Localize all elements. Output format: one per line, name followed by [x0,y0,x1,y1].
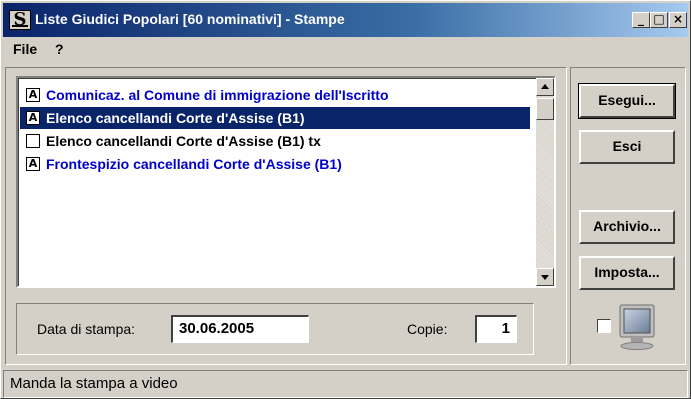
report-listbox[interactable]: A Comunicaz. al Comune di immigrazione d… [16,76,556,288]
menu-help[interactable]: ? [55,41,64,57]
document-blank-icon [26,134,40,148]
app-logo-icon: S [9,10,31,30]
list-item[interactable]: A Frontespizio cancellandi Corte d'Assis… [20,153,530,175]
title-bar[interactable]: S Liste Giudici Popolari [60 nominativi]… [3,3,688,37]
minimize-button[interactable]: _ [632,12,650,28]
status-text: Manda la stampa a video [10,375,178,392]
list-item-selected[interactable]: A Elenco cancellandi Corte d'Assise (B1) [20,107,530,129]
list-item-label: Frontespizio cancellandi Corte d'Assise … [46,156,342,172]
imposta-button[interactable]: Imposta... [579,256,675,290]
close-button[interactable]: × [669,12,687,28]
copies-label: Copie: [407,321,448,337]
print-options-group: Data di stampa: 30.06.2005 Copie: 1 [16,303,534,355]
list-item[interactable]: Elenco cancellandi Corte d'Assise (B1) t… [20,130,530,152]
document-a-icon: A [26,88,40,102]
archivio-button[interactable]: Archivio... [579,210,675,244]
monitor-icon [619,304,655,350]
scroll-down-button[interactable] [536,268,554,286]
print-date-label: Data di stampa: [37,321,136,337]
list-item[interactable]: A Comunicaz. al Comune di immigrazione d… [20,84,530,106]
list-item-label: Comunicaz. al Comune di immigrazione del… [46,87,389,103]
esegui-button[interactable]: Esegui... [578,83,676,119]
document-a-icon: A [26,111,40,125]
copies-field[interactable]: 1 [475,315,517,343]
status-bar: Manda la stampa a video [3,370,688,398]
maximize-button[interactable]: □ [650,12,668,28]
esci-button[interactable]: Esci [579,130,675,164]
arrow-up-icon [541,84,549,89]
menu-bar: File ? [3,39,688,61]
list-item-label: Elenco cancellandi Corte d'Assise (B1) t… [46,133,321,149]
list-scrollbar[interactable] [536,78,554,286]
window-title: Liste Giudici Popolari [60 nominativi] -… [35,11,345,27]
arrow-down-icon [541,275,549,280]
print-dialog-window: S Liste Giudici Popolari [60 nominativi]… [0,0,691,399]
scroll-thumb[interactable] [536,98,554,120]
list-item-label: Elenco cancellandi Corte d'Assise (B1) [46,110,305,126]
print-date-field[interactable]: 30.06.2005 [171,315,309,343]
document-a-icon: A [26,157,40,171]
scroll-up-button[interactable] [536,78,554,96]
menu-file[interactable]: File [13,41,37,57]
preview-checkbox[interactable] [597,319,611,333]
